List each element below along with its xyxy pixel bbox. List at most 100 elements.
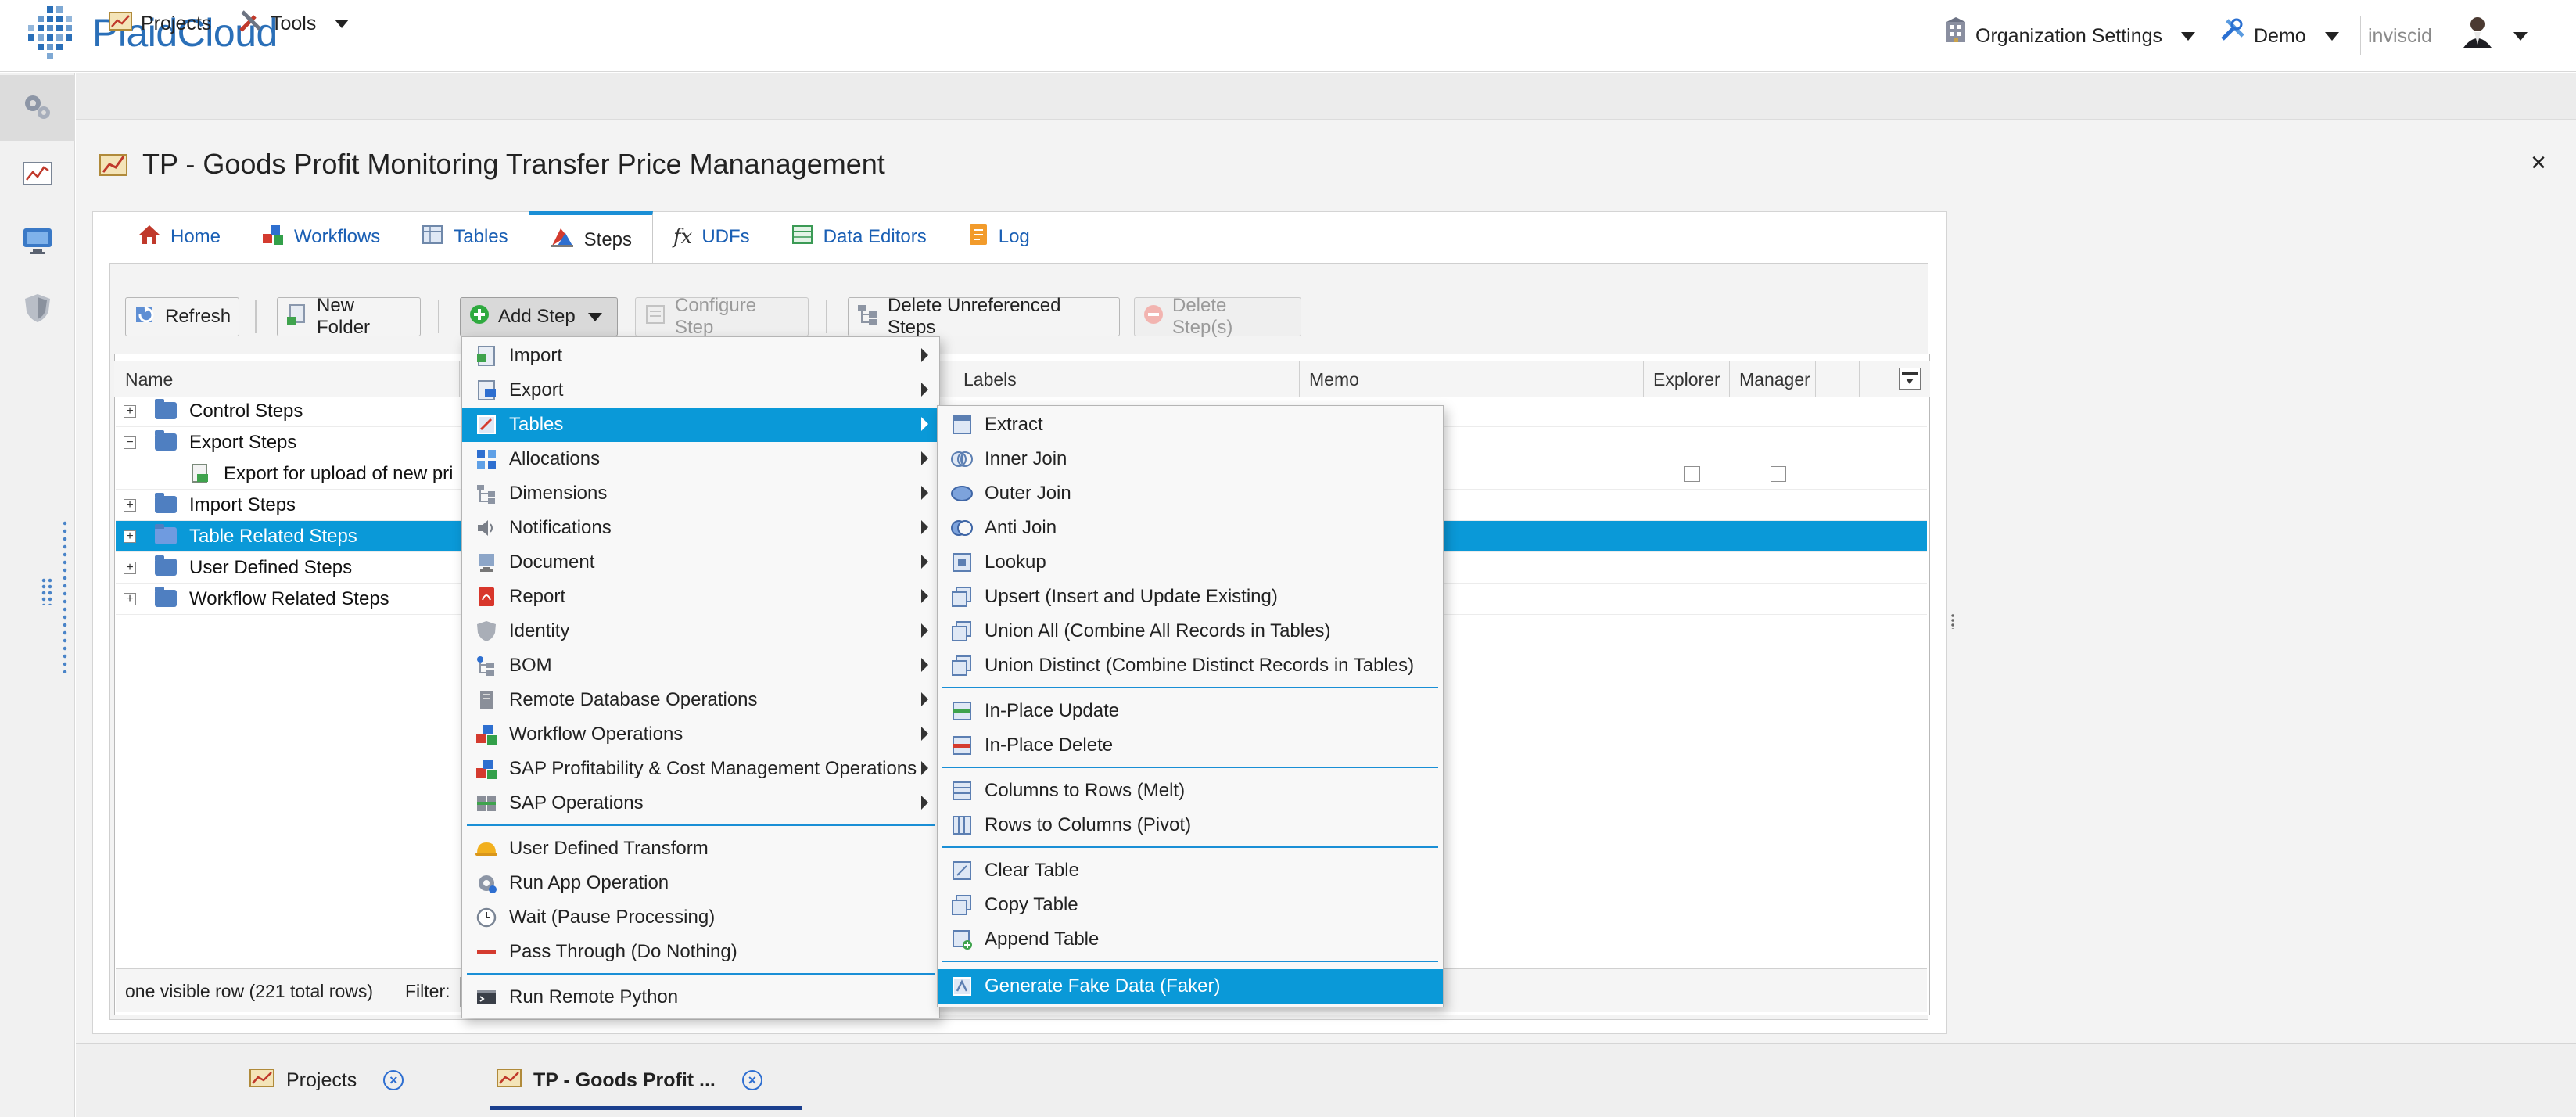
menu-item-remote-database-operations[interactable]: Remote Database Operations — [462, 683, 939, 717]
menu-label: Outer Join — [985, 483, 1071, 504]
tab-data-editors[interactable]: Data Editors — [770, 211, 947, 263]
menu-item-union-distinct[interactable]: Union Distinct (Combine Distinct Records… — [938, 648, 1443, 683]
projects-button[interactable]: Projects — [108, 5, 211, 42]
expand-icon[interactable]: + — [124, 593, 136, 605]
menu-item-generate-fake-data[interactable]: Generate Fake Data (Faker) — [938, 969, 1443, 1004]
menu-item-document[interactable]: Document — [462, 545, 939, 580]
refresh-button[interactable]: Refresh — [125, 297, 239, 336]
organization-settings-menu[interactable]: Organization Settings — [1944, 17, 2196, 53]
menu-label: Remote Database Operations — [509, 689, 758, 710]
delete-unreferenced-label: Delete Unreferenced Steps — [888, 295, 1061, 338]
task-tab-projects[interactable]: Projects × — [249, 1058, 404, 1103]
page-title: TP - Goods Profit Monitoring Transfer Pr… — [142, 148, 885, 180]
menu-item-notifications[interactable]: Notifications — [462, 511, 939, 545]
menu-item-export[interactable]: Export — [462, 373, 939, 408]
chevron-right-icon — [921, 796, 928, 810]
column-header-name[interactable]: Name — [116, 361, 460, 397]
menu-item-in-place-delete[interactable]: In-Place Delete — [938, 728, 1443, 763]
tab-tables[interactable]: Tables — [400, 211, 528, 263]
menu-item-user-defined-transform[interactable]: User Defined Transform — [462, 831, 939, 866]
rail-collapse-arrow-icon[interactable] — [41, 577, 53, 605]
menu-item-sap-profitability-cost-management[interactable]: SAP Profitability & Cost Management Oper… — [462, 752, 939, 786]
tab-workflows[interactable]: Workflows — [241, 211, 400, 263]
expand-icon[interactable]: + — [124, 530, 136, 543]
configure-step-button[interactable]: Configure Step — [635, 295, 809, 338]
menu-label: Columns to Rows (Melt) — [985, 780, 1186, 801]
menu-item-run-app-operation[interactable]: Run App Operation — [462, 866, 939, 900]
column-header-explorer[interactable]: Explorer — [1644, 361, 1730, 397]
panel-resize-handle[interactable] — [1950, 613, 1955, 629]
workspace-menu[interactable]: Demo — [2219, 18, 2339, 53]
tab-log[interactable]: Log — [947, 211, 1050, 263]
menu-item-lookup[interactable]: Lookup — [938, 545, 1443, 580]
collapse-icon[interactable]: − — [124, 436, 136, 449]
menu-item-extract[interactable]: Extract — [938, 408, 1443, 442]
tab-udfs[interactable]: fx UDFs — [653, 211, 770, 263]
explorer-checkbox[interactable] — [1684, 466, 1700, 482]
delete-steps-button[interactable]: Delete Step(s) — [1134, 295, 1301, 338]
plaidcloud-logo-icon[interactable] — [23, 5, 89, 67]
chevron-right-icon — [921, 417, 928, 431]
close-tab-icon[interactable]: × — [383, 1070, 404, 1090]
menu-item-columns-to-rows[interactable]: Columns to Rows (Melt) — [938, 774, 1443, 808]
rail-computer-button[interactable] — [0, 210, 75, 275]
column-chooser-icon[interactable] — [1899, 368, 1921, 390]
menu-item-workflow-operations[interactable]: Workflow Operations — [462, 717, 939, 752]
tab-steps[interactable]: Steps — [528, 211, 654, 264]
menu-item-pass-through[interactable]: Pass Through (Do Nothing) — [462, 935, 939, 969]
rail-operations-button[interactable] — [0, 75, 75, 141]
tab-home[interactable]: Home — [117, 211, 241, 263]
new-folder-button[interactable]: New Folder — [277, 295, 421, 338]
menu-label: User Defined Transform — [509, 838, 709, 859]
row-label: User Defined Steps — [189, 557, 353, 578]
melt-icon — [950, 779, 974, 803]
menu-item-allocations[interactable]: Allocations — [462, 442, 939, 476]
chevron-down-icon — [335, 19, 350, 28]
column-header-labels[interactable]: Labels — [954, 361, 1300, 397]
menu-item-sap-operations[interactable]: SAP Operations — [462, 786, 939, 821]
menu-item-anti-join[interactable]: Anti Join — [938, 511, 1443, 545]
tab-label: Workflows — [294, 226, 381, 247]
menu-item-union-all[interactable]: Union All (Combine All Records in Tables… — [938, 614, 1443, 648]
rail-resize-handle[interactable] — [61, 519, 69, 673]
menu-label: Copy Table — [985, 894, 1078, 915]
menu-item-identity[interactable]: Identity — [462, 614, 939, 648]
rail-analytics-button[interactable] — [0, 142, 75, 208]
speaker-icon — [475, 516, 498, 540]
expand-icon[interactable]: + — [124, 562, 136, 574]
manager-checkbox[interactable] — [1771, 466, 1786, 482]
menu-item-import[interactable]: Import — [462, 339, 939, 373]
menu-item-inner-join[interactable]: Inner Join — [938, 442, 1443, 476]
add-step-button[interactable]: Add Step — [460, 297, 618, 336]
menu-item-outer-join[interactable]: Outer Join — [938, 476, 1443, 511]
task-tab-active[interactable]: TP - Goods Profit ... × — [496, 1058, 762, 1103]
chevron-right-icon — [921, 623, 928, 638]
close-project-button[interactable]: × — [2524, 149, 2553, 177]
menu-item-rows-to-columns[interactable]: Rows to Columns (Pivot) — [938, 808, 1443, 842]
expand-icon[interactable]: + — [124, 499, 136, 512]
menu-item-in-place-update[interactable]: In-Place Update — [938, 694, 1443, 728]
close-tab-icon[interactable]: × — [741, 1070, 762, 1090]
menu-item-report[interactable]: Report — [462, 580, 939, 614]
menu-item-tables[interactable]: Tables — [462, 408, 939, 442]
user-menu[interactable] — [2460, 17, 2528, 53]
outer-join-icon — [950, 482, 974, 505]
menu-item-clear-table[interactable]: Clear Table — [938, 853, 1443, 888]
menu-separator — [467, 824, 935, 826]
menu-item-dimensions[interactable]: Dimensions — [462, 476, 939, 511]
column-header-memo[interactable]: Memo — [1300, 361, 1644, 397]
column-header-manager[interactable]: Manager — [1730, 361, 1816, 397]
menu-item-append-table[interactable]: Append Table — [938, 922, 1443, 957]
menu-item-copy-table[interactable]: Copy Table — [938, 888, 1443, 922]
menu-item-wait[interactable]: Wait (Pause Processing) — [462, 900, 939, 935]
delete-unreferenced-steps-button[interactable]: Delete Unreferenced Steps — [848, 295, 1120, 338]
menu-item-bom[interactable]: BOM — [462, 648, 939, 683]
lookup-icon — [950, 551, 974, 574]
menu-label: Wait (Pause Processing) — [509, 907, 716, 928]
add-step-menu: Import Export Tables Allocations Dimensi… — [461, 336, 940, 1018]
tools-menu-button[interactable]: Tools — [238, 5, 350, 42]
expand-icon[interactable]: + — [124, 405, 136, 418]
menu-item-upsert[interactable]: Upsert (Insert and Update Existing) — [938, 580, 1443, 614]
rail-security-button[interactable] — [0, 277, 75, 343]
menu-item-run-remote-python[interactable]: Run Remote Python — [462, 980, 939, 1015]
